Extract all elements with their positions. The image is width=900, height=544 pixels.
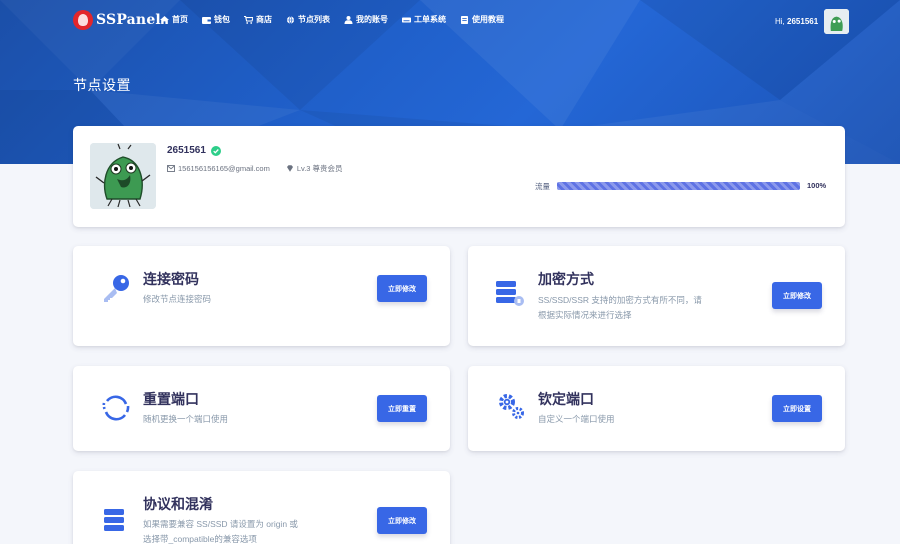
key-icon — [101, 273, 131, 303]
user-menu[interactable]: Hi, 2651561 — [775, 9, 850, 34]
avatar — [90, 143, 156, 209]
envelope-icon — [167, 165, 175, 172]
card-title: 钦定端口 — [538, 391, 594, 407]
nav-label: 使用教程 — [472, 15, 504, 24]
nav-item-nodes[interactable]: 节点列表 — [286, 14, 330, 25]
card-title: 连接密码 — [143, 271, 199, 287]
card-description: 自定义一个端口使用 — [538, 414, 615, 424]
card-title: 重置端口 — [143, 391, 199, 407]
brand[interactable]: SSPanel — [73, 10, 161, 30]
greeting: Hi, 2651561 — [775, 17, 819, 26]
wallet-icon — [202, 16, 211, 24]
change-protocol-button[interactable]: 立即修改 — [377, 507, 427, 534]
gears-icon — [496, 391, 526, 421]
profile-name: 2651561 — [167, 145, 221, 156]
traffic-label: 流量 — [535, 182, 550, 191]
card-description: 修改节点连接密码 — [143, 294, 212, 304]
book-icon — [460, 15, 469, 24]
brand-logo-icon — [73, 10, 93, 30]
card-protocol-obfs: 协议和混淆 如果需要兼容 SS/SSD 请设置为 origin 或 选择带_co… — [73, 471, 450, 544]
profile-email: 156156156165@gmail.com — [167, 164, 270, 173]
card-title: 协议和混淆 — [143, 496, 213, 512]
profile-card: 2651561 156156156165@gmail.com Lv.3 尊贵会员… — [73, 126, 845, 227]
profile-level: Lv.3 尊贵会员 — [286, 163, 343, 174]
traffic-percent: 100% — [807, 181, 827, 190]
nav-item-tickets[interactable]: 工单系统 — [402, 14, 446, 25]
keyboard-icon — [402, 16, 411, 24]
nav-label: 我的账号 — [356, 15, 388, 24]
cart-icon — [244, 15, 253, 24]
card-encryption-method: 加密方式 SS/SSD/SSR 支持的加密方式有所不同，请 根据实际情况来进行选… — [468, 246, 845, 346]
card-description: 随机更换一个端口使用 — [143, 414, 229, 424]
card-connection-password: 连接密码 修改节点连接密码 立即修改 — [73, 246, 450, 346]
profile-meta: 156156156165@gmail.com Lv.3 尊贵会员 — [167, 163, 359, 174]
server-icon — [101, 507, 131, 537]
card-reset-port: 重置端口 随机更换一个端口使用 立即重置 — [73, 366, 450, 451]
robot-avatar-icon — [90, 143, 156, 209]
nav-label: 节点列表 — [298, 15, 330, 24]
globe-icon — [286, 15, 295, 24]
page-title: 节点设置 — [73, 77, 131, 93]
nav-label: 首页 — [172, 15, 188, 24]
card-description: SS/SSD/SSR 支持的加密方式有所不同，请 根据实际情况来进行选择 — [538, 295, 702, 320]
card-title: 加密方式 — [538, 271, 594, 287]
nav-item-wallet[interactable]: 钱包 — [202, 14, 230, 25]
verified-badge-icon — [210, 145, 221, 156]
reset-port-button[interactable]: 立即重置 — [377, 395, 427, 422]
set-port-button[interactable]: 立即设置 — [772, 395, 822, 422]
nav-item-home[interactable]: 首页 — [160, 14, 188, 25]
server-icon — [496, 279, 526, 309]
refresh-icon — [101, 393, 131, 423]
nav-item-shop[interactable]: 商店 — [244, 14, 272, 25]
traffic-progress-fill — [557, 182, 800, 190]
traffic-progress-bar — [557, 182, 800, 190]
card-custom-port: 钦定端口 自定义一个端口使用 立即设置 — [468, 366, 845, 451]
top-navbar: SSPanel 首页 钱包 商店 节点列表 我的账号 工单系统 使用教程 Hi,… — [0, 0, 900, 42]
nav-item-account[interactable]: 我的账号 — [344, 14, 388, 25]
change-password-button[interactable]: 立即修改 — [377, 275, 427, 302]
user-icon — [344, 15, 353, 24]
home-icon — [160, 15, 169, 24]
nav-label: 商店 — [256, 15, 272, 24]
nav-label: 钱包 — [214, 15, 230, 24]
change-encryption-button[interactable]: 立即修改 — [772, 282, 822, 309]
diamond-icon — [286, 165, 293, 172]
main-nav: 首页 钱包 商店 节点列表 我的账号 工单系统 使用教程 — [160, 14, 518, 25]
avatar[interactable] — [824, 9, 850, 34]
brand-name: SSPanel — [96, 12, 161, 28]
nav-item-tutorial[interactable]: 使用教程 — [460, 14, 504, 25]
robot-avatar-icon — [824, 9, 850, 34]
nav-label: 工单系统 — [414, 15, 446, 24]
card-description: 如果需要兼容 SS/SSD 请设置为 origin 或 选择带_compatib… — [143, 519, 298, 544]
